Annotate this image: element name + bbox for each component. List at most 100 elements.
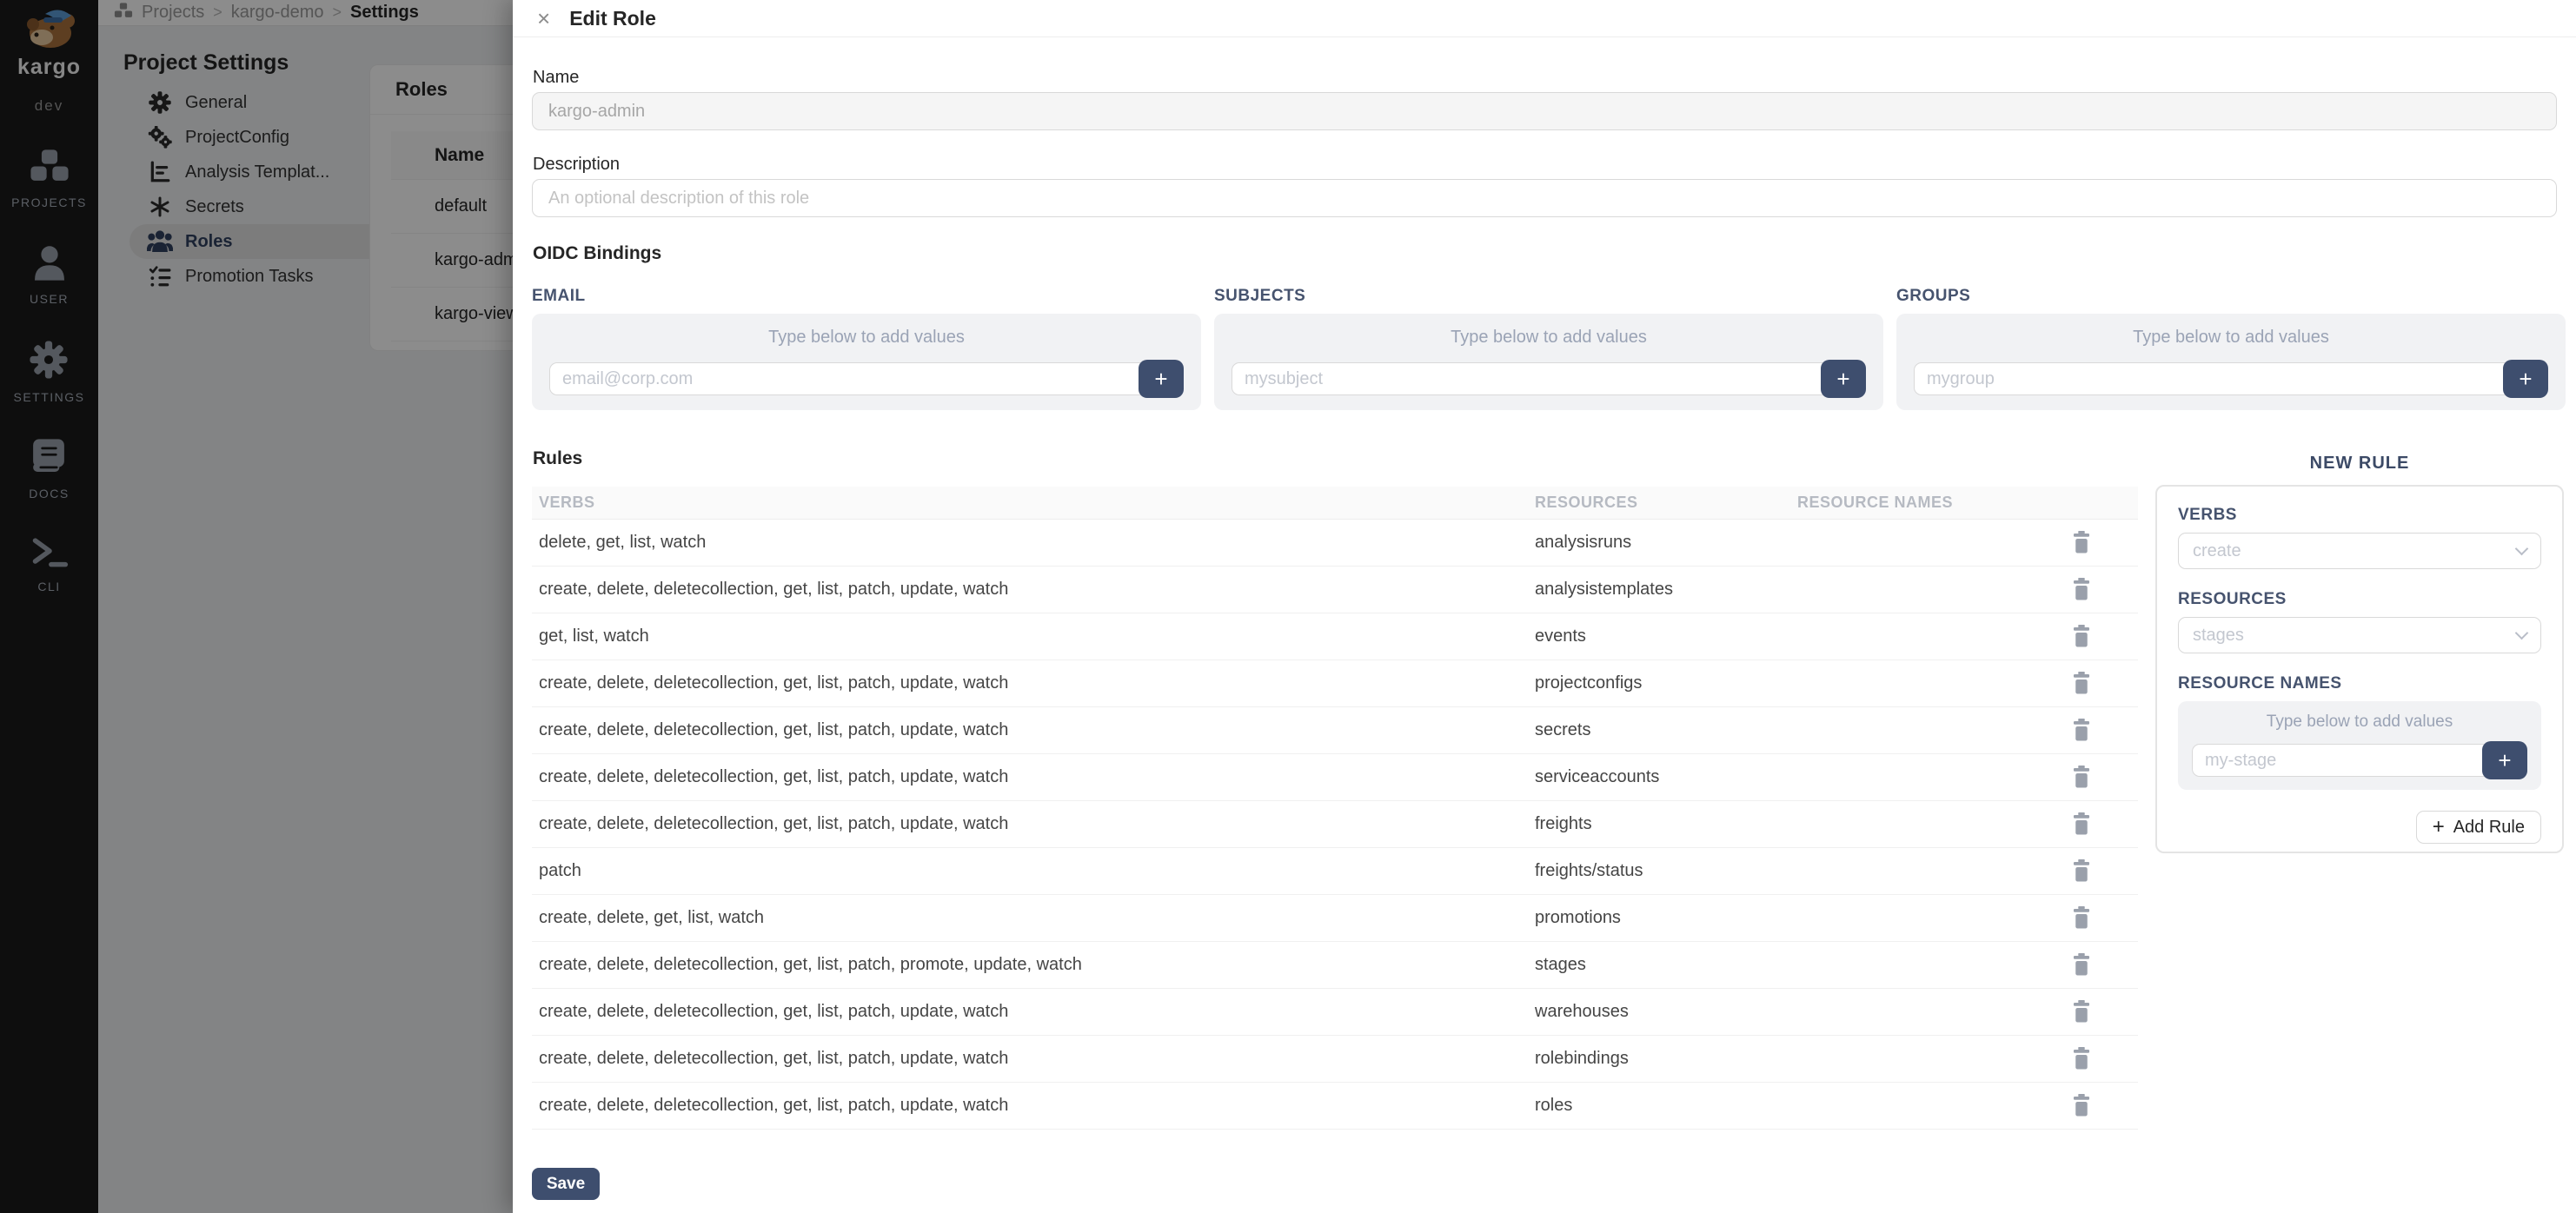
rule-row: create, delete, deletecollection, get, l…: [532, 801, 2138, 848]
delete-rule-button[interactable]: [2071, 766, 2092, 789]
rule-verbs: create, delete, deletecollection, get, l…: [532, 767, 1535, 787]
new-rule-resources-label: RESOURCES: [2178, 590, 2541, 609]
new-rule-panel: VERBS create RESOURCES stages RESOURCE N…: [2155, 485, 2564, 853]
rule-row: create, delete, deletecollection, get, l…: [532, 707, 2138, 754]
email-values-panel: Type below to add values +: [532, 314, 1201, 410]
delete-rule-button[interactable]: [2071, 859, 2092, 883]
description-input[interactable]: [532, 179, 2557, 217]
group-input[interactable]: [1914, 362, 2512, 395]
new-rule-verbs-label: VERBS: [2178, 506, 2541, 525]
rule-row: create, delete, deletecollection, get, l…: [532, 1083, 2138, 1130]
rule-resource: stages: [1535, 955, 1797, 975]
new-rule-title: NEW RULE: [2155, 454, 2564, 474]
rule-resource: analysistemplates: [1535, 580, 1797, 600]
plus-icon: +: [2519, 366, 2532, 393]
delete-rule-button[interactable]: [2071, 719, 2092, 742]
rule-resource: analysisruns: [1535, 533, 1797, 553]
subject-input[interactable]: [1232, 362, 1829, 395]
edit-role-drawer: × Edit Role Name Description OIDC Bindin…: [513, 0, 2576, 1213]
oidc-groups-binding: GROUPS Type below to add values +: [1896, 287, 2566, 410]
verbs-column-header: VERBS: [532, 494, 1535, 512]
rule-row: create, delete, deletecollection, get, l…: [532, 1036, 2138, 1083]
email-label: EMAIL: [532, 287, 1201, 306]
rule-verbs: create, delete, deletecollection, get, l…: [532, 955, 1535, 975]
resource-names-panel: Type below to add values +: [2178, 701, 2541, 790]
add-subject-button[interactable]: +: [1821, 360, 1866, 398]
new-rule-resource-names-label: RESOURCE NAMES: [2178, 674, 2541, 693]
delete-rule-button[interactable]: [2071, 672, 2092, 695]
add-values-hint: Type below to add values: [1232, 328, 1866, 348]
rule-row: create, delete, deletecollection, get, l…: [532, 989, 2138, 1036]
save-button[interactable]: Save: [532, 1168, 600, 1200]
groups-label: GROUPS: [1896, 287, 2566, 306]
rule-resource: serviceaccounts: [1535, 767, 1797, 787]
rule-row: get, list, watch events: [532, 613, 2138, 660]
description-label: Description: [533, 155, 620, 175]
subjects-values-panel: Type below to add values +: [1214, 314, 1883, 410]
add-rule-button[interactable]: + Add Rule: [2416, 811, 2541, 844]
rule-verbs: create, delete, deletecollection, get, l…: [532, 720, 1535, 740]
rule-verbs: create, delete, deletecollection, get, l…: [532, 1049, 1535, 1069]
delete-rule-button[interactable]: [2071, 812, 2092, 836]
close-icon[interactable]: ×: [537, 7, 550, 30]
rules-table: VERBS RESOURCES RESOURCE NAMES delete, g…: [532, 487, 2138, 1130]
rule-verbs: create, delete, deletecollection, get, l…: [532, 1096, 1535, 1116]
delete-rule-button[interactable]: [2071, 1000, 2092, 1024]
verbs-select-value: create: [2193, 541, 2241, 561]
delete-rule-button[interactable]: [2071, 953, 2092, 977]
name-input: [532, 92, 2557, 130]
rules-table-header: VERBS RESOURCES RESOURCE NAMES: [532, 487, 2138, 520]
add-resource-name-button[interactable]: +: [2482, 741, 2527, 779]
screen: kargo dev PROJECTS USER: [0, 0, 2576, 1213]
chevron-down-icon: [2515, 626, 2529, 640]
rule-row: create, delete, deletecollection, get, l…: [532, 754, 2138, 801]
drawer-header: × Edit Role: [513, 0, 2576, 37]
rule-resource: rolebindings: [1535, 1049, 1797, 1069]
groups-values-panel: Type below to add values +: [1896, 314, 2566, 410]
rule-row: create, delete, get, list, watch promoti…: [532, 895, 2138, 942]
rule-resource: projectconfigs: [1535, 673, 1797, 693]
resources-select[interactable]: stages: [2178, 617, 2541, 653]
rule-row: create, delete, deletecollection, get, l…: [532, 567, 2138, 613]
plus-icon: +: [1154, 366, 1167, 393]
name-label: Name: [533, 68, 579, 88]
delete-rule-button[interactable]: [2071, 578, 2092, 601]
rule-row: create, delete, deletecollection, get, l…: [532, 942, 2138, 989]
resources-select-value: stages: [2193, 626, 2244, 646]
add-group-button[interactable]: +: [2503, 360, 2548, 398]
rule-verbs: create, delete, deletecollection, get, l…: [532, 1002, 1535, 1022]
delete-rule-button[interactable]: [2071, 1047, 2092, 1070]
plus-icon: +: [2498, 747, 2511, 774]
verbs-select[interactable]: create: [2178, 533, 2541, 569]
plus-icon: +: [2433, 815, 2445, 839]
resource-name-input[interactable]: [2192, 744, 2491, 777]
rule-verbs: create, delete, get, list, watch: [532, 908, 1535, 928]
resource-names-column-header: RESOURCE NAMES: [1797, 494, 2025, 512]
add-values-hint: Type below to add values: [1914, 328, 2548, 348]
oidc-email-binding: EMAIL Type below to add values +: [532, 287, 1201, 410]
rule-resource: events: [1535, 626, 1797, 646]
rule-verbs: create, delete, deletecollection, get, l…: [532, 814, 1535, 834]
add-rule-label: Add Rule: [2453, 818, 2525, 838]
oidc-bindings-heading: OIDC Bindings: [533, 243, 661, 264]
email-input[interactable]: [549, 362, 1147, 395]
subjects-label: SUBJECTS: [1214, 287, 1883, 306]
delete-rule-button[interactable]: [2071, 531, 2092, 554]
rule-row: delete, get, list, watch analysisruns: [532, 520, 2138, 567]
rule-resource: roles: [1535, 1096, 1797, 1116]
rule-verbs: create, delete, deletecollection, get, l…: [532, 580, 1535, 600]
drawer-title: Edit Role: [569, 7, 656, 30]
add-values-hint: Type below to add values: [549, 328, 1184, 348]
chevron-down-icon: [2515, 542, 2529, 556]
add-email-button[interactable]: +: [1139, 360, 1184, 398]
add-values-hint: Type below to add values: [2192, 713, 2527, 732]
rule-resource: freights/status: [1535, 861, 1797, 881]
rule-resource: secrets: [1535, 720, 1797, 740]
delete-rule-button[interactable]: [2071, 1094, 2092, 1117]
delete-rule-button[interactable]: [2071, 906, 2092, 930]
resources-column-header: RESOURCES: [1535, 494, 1797, 512]
rule-verbs: get, list, watch: [532, 626, 1535, 646]
rule-resource: promotions: [1535, 908, 1797, 928]
delete-rule-button[interactable]: [2071, 625, 2092, 648]
rule-row: patch freights/status: [532, 848, 2138, 895]
